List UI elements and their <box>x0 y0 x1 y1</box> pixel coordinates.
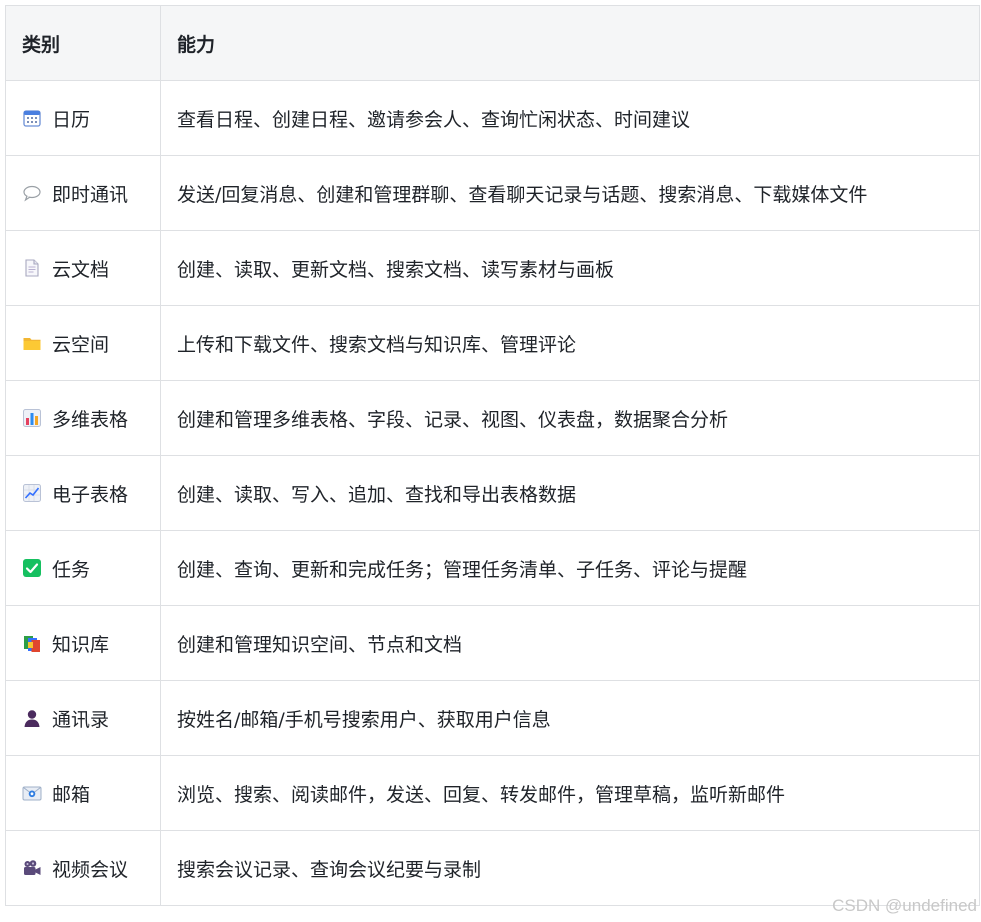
category-cell: 即时通讯 <box>5 155 161 231</box>
check-box-icon <box>22 558 42 578</box>
category-label: 即时通讯 <box>52 183 129 206</box>
table-row: 云空间 上传和下载文件、搜索文档与知识库、管理评论 <box>5 305 980 381</box>
table-row: 多维表格 创建和管理多维表格、字段、记录、视图、仪表盘，数据聚合分析 <box>5 380 980 456</box>
category-cell: 通讯录 <box>5 680 161 756</box>
category-cell: 邮箱 <box>5 755 161 831</box>
header-category: 类别 <box>5 5 161 81</box>
category-label: 多维表格 <box>52 408 129 431</box>
category-cell: 知识库 <box>5 605 161 681</box>
table-row: 日历 查看日程、创建日程、邀请参会人、查询忙闲状态、时间建议 <box>5 80 980 156</box>
category-label: 云空间 <box>52 333 110 356</box>
capability-cell: 上传和下载文件、搜索文档与知识库、管理评论 <box>160 305 980 381</box>
header-capability: 能力 <box>160 5 980 81</box>
category-label: 日历 <box>52 108 91 131</box>
person-icon <box>22 708 42 728</box>
category-cell: 云空间 <box>5 305 161 381</box>
category-cell: 电子表格 <box>5 455 161 531</box>
page: 类别 能力 日历 查看日程、创建日程、邀请参会人、查询忙闲状态、时间建议 即时通… <box>0 0 981 922</box>
table-row: 电子表格 创建、读取、写入、追加、查找和导出表格数据 <box>5 455 980 531</box>
category-label: 视频会议 <box>52 858 129 881</box>
table-row: 通讯录 按姓名/邮箱/手机号搜索用户、获取用户信息 <box>5 680 980 756</box>
capability-cell: 查看日程、创建日程、邀请参会人、查询忙闲状态、时间建议 <box>160 80 980 156</box>
capability-cell: 创建、读取、更新文档、搜索文档、读写素材与画板 <box>160 230 980 306</box>
calendar-icon <box>22 108 42 128</box>
books-icon <box>22 633 42 653</box>
capability-cell: 创建和管理多维表格、字段、记录、视图、仪表盘，数据聚合分析 <box>160 380 980 456</box>
table-row: 邮箱 浏览、搜索、阅读邮件，发送、回复、转发邮件，管理草稿，监听新邮件 <box>5 755 980 831</box>
csdn-watermark: CSDN @undefined <box>832 896 977 915</box>
category-cell: 日历 <box>5 80 161 156</box>
category-label: 知识库 <box>52 633 110 656</box>
table-row: 云文档 创建、读取、更新文档、搜索文档、读写素材与画板 <box>5 230 980 306</box>
category-cell: 任务 <box>5 530 161 606</box>
capability-cell: 创建和管理知识空间、节点和文档 <box>160 605 980 681</box>
table-row: 知识库 创建和管理知识空间、节点和文档 <box>5 605 980 681</box>
capability-cell: 搜索会议记录、查询会议纪要与录制 <box>160 830 980 906</box>
document-icon <box>22 258 42 278</box>
movie-camera-icon <box>22 858 42 878</box>
category-label: 云文档 <box>52 258 110 281</box>
category-label: 任务 <box>52 558 91 581</box>
envelope-icon <box>22 783 42 803</box>
capability-cell: 浏览、搜索、阅读邮件，发送、回复、转发邮件，管理草稿，监听新邮件 <box>160 755 980 831</box>
capability-cell: 按姓名/邮箱/手机号搜索用户、获取用户信息 <box>160 680 980 756</box>
capability-table: 类别 能力 日历 查看日程、创建日程、邀请参会人、查询忙闲状态、时间建议 即时通… <box>5 5 980 906</box>
category-cell: 云文档 <box>5 230 161 306</box>
folder-icon <box>22 333 42 353</box>
table-row: 任务 创建、查询、更新和完成任务；管理任务清单、子任务、评论与提醒 <box>5 530 980 606</box>
line-chart-icon <box>22 483 42 503</box>
category-cell: 视频会议 <box>5 830 161 906</box>
capability-cell: 发送/回复消息、创建和管理群聊、查看聊天记录与话题、搜索消息、下载媒体文件 <box>160 155 980 231</box>
bar-chart-icon <box>22 408 42 428</box>
capability-cell: 创建、查询、更新和完成任务；管理任务清单、子任务、评论与提醒 <box>160 530 980 606</box>
capability-cell: 创建、读取、写入、追加、查找和导出表格数据 <box>160 455 980 531</box>
category-label: 电子表格 <box>52 483 129 506</box>
table-row: 视频会议 搜索会议记录、查询会议纪要与录制 <box>5 830 980 906</box>
speech-bubble-icon <box>22 183 42 203</box>
category-label: 邮箱 <box>52 783 91 806</box>
table-header-row: 类别 能力 <box>5 5 980 81</box>
category-cell: 多维表格 <box>5 380 161 456</box>
category-label: 通讯录 <box>52 708 110 731</box>
table-row: 即时通讯 发送/回复消息、创建和管理群聊、查看聊天记录与话题、搜索消息、下载媒体… <box>5 155 980 231</box>
